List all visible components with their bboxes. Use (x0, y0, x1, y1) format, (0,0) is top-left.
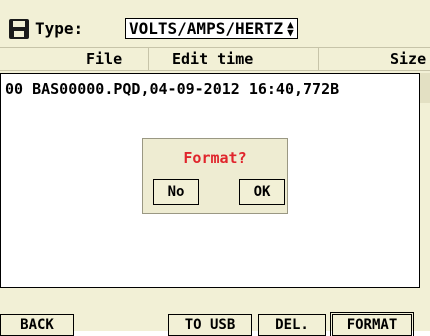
no-button[interactable]: No (153, 179, 199, 205)
column-header: File Edit time Size (0, 47, 430, 71)
scrollbar-thumb[interactable] (420, 73, 430, 103)
top-bar: Type: VOLTS/AMPS/HERTZ ▲ ▼ (0, 0, 430, 46)
format-button[interactable]: FORMAT (330, 312, 414, 336)
column-edit-time[interactable]: Edit time (172, 50, 253, 68)
type-value: VOLTS/AMPS/HERTZ (129, 19, 284, 38)
format-dialog: Format? No OK (142, 138, 288, 214)
column-size[interactable]: Size (390, 50, 426, 68)
floppy-disk-icon (9, 19, 29, 39)
type-label: Type: (35, 19, 84, 38)
scrollbar[interactable] (420, 73, 430, 286)
dialog-title: Format? (183, 149, 247, 167)
column-file[interactable]: File (86, 50, 122, 68)
back-button[interactable]: BACK (0, 314, 74, 336)
to-usb-button[interactable]: TO USB (168, 314, 252, 336)
delete-button[interactable]: DEL. (258, 314, 326, 336)
list-item[interactable]: 00 BAS00000.PQD,04-09-2012 16:40,772B (5, 80, 339, 98)
ok-button[interactable]: OK (239, 179, 285, 205)
file-manager-screen: Type: VOLTS/AMPS/HERTZ ▲ ▼ File Edit tim… (0, 0, 430, 336)
spinner-arrows-icon[interactable]: ▲ ▼ (287, 19, 294, 38)
type-select[interactable]: VOLTS/AMPS/HERTZ ▲ ▼ (125, 18, 298, 39)
